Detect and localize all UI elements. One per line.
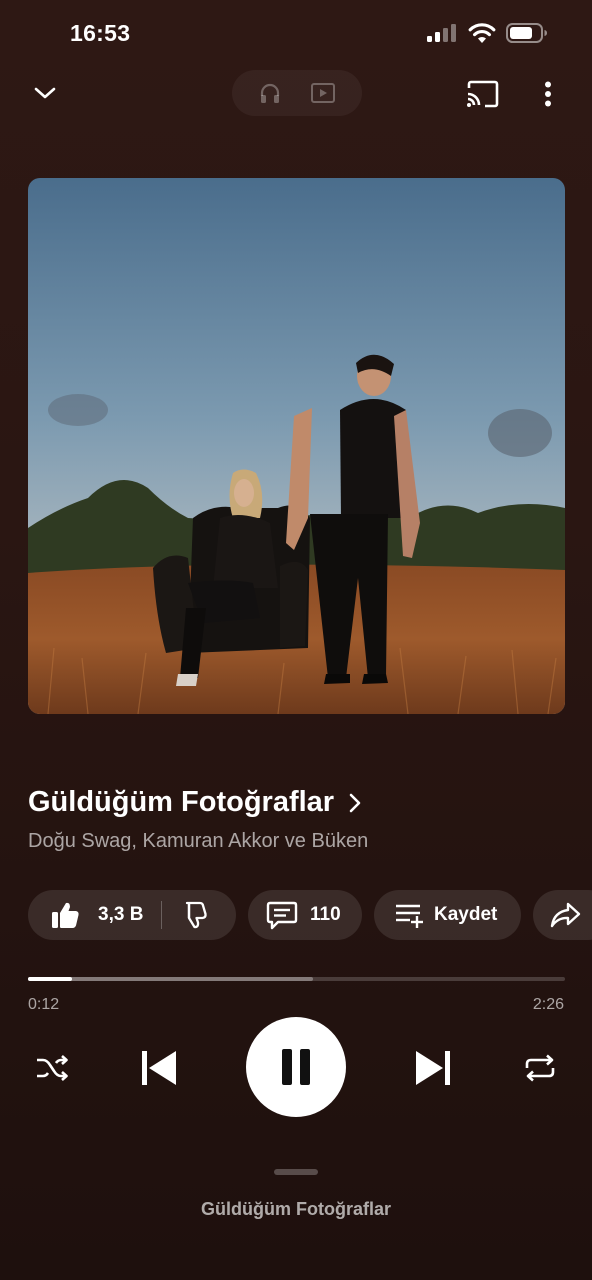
chevron-right-icon (349, 793, 361, 812)
current-time: 0:12 (28, 996, 60, 1013)
status-time: 16:53 (70, 20, 131, 46)
collapse-button[interactable] (24, 74, 66, 112)
like-dislike-chip: 3,3 B (28, 890, 236, 940)
pause-button[interactable] (246, 1017, 346, 1117)
shuffle-button[interactable] (28, 1045, 76, 1091)
save-button[interactable]: Kaydet (374, 890, 521, 940)
skip-previous-icon (142, 1051, 176, 1085)
next-button[interactable] (408, 1045, 460, 1091)
comment-icon (266, 901, 298, 930)
pause-icon (282, 1049, 310, 1085)
progress-slider[interactable] (28, 977, 565, 981)
previous-button[interactable] (132, 1045, 184, 1091)
cast-button[interactable] (460, 76, 504, 112)
like-count: 3,3 B (98, 904, 144, 925)
share-button[interactable] (533, 890, 592, 940)
more-options-button[interactable] (532, 76, 564, 112)
song-title-row[interactable]: Güldüğüm Fotoğraflar (28, 786, 362, 819)
save-label: Kaydet (434, 904, 498, 925)
song-artists[interactable]: Doğu Swag, Kamuran Akkor ve Büken (28, 830, 368, 853)
chevron-down-icon (34, 87, 56, 99)
song-title[interactable]: Güldüğüm Fotoğraflar (28, 786, 334, 819)
skip-next-icon (416, 1051, 450, 1085)
wifi-icon (468, 23, 496, 43)
album-artwork (28, 178, 565, 714)
audio-video-toggle[interactable] (232, 70, 362, 116)
more-vertical-icon (545, 81, 551, 107)
thumbs-down-icon[interactable] (180, 900, 210, 930)
up-next-label[interactable]: Güldüğüm Fotoğraflar (0, 1199, 592, 1220)
thumbs-up-icon[interactable] (50, 900, 80, 930)
playlist-add-icon (396, 904, 423, 928)
battery-icon (506, 23, 547, 43)
status-icons (426, 22, 548, 44)
comment-count: 110 (310, 904, 341, 925)
repeat-button[interactable] (516, 1045, 564, 1091)
video-icon[interactable] (310, 82, 336, 104)
progress-fill (28, 977, 73, 981)
repeat-icon (525, 1054, 555, 1082)
shuffle-icon (37, 1055, 68, 1081)
cast-icon (467, 80, 499, 108)
total-time: 2:26 (532, 996, 564, 1013)
drag-handle[interactable] (274, 1169, 318, 1175)
comments-button[interactable]: 110 (248, 890, 362, 940)
cellular-signal-icon (427, 24, 456, 42)
headphones-icon[interactable] (258, 81, 282, 105)
chip-divider (161, 901, 163, 929)
share-icon (550, 902, 581, 928)
